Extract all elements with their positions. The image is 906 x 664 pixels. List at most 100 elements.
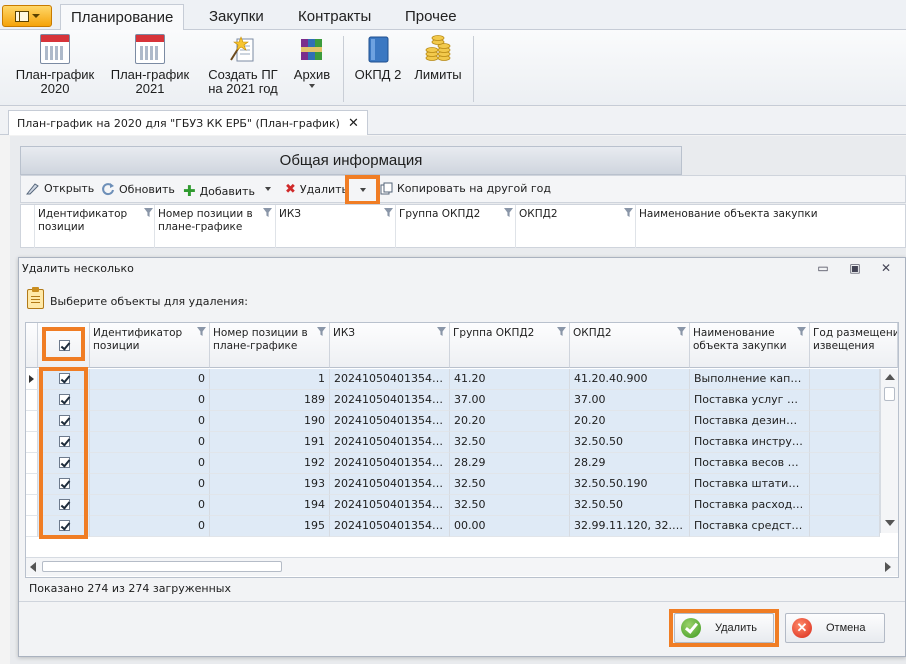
status-text: Показано 274 из 274 загруженных [29, 582, 231, 595]
document-tab[interactable]: План-график на 2020 для "ГБУЗ КК ЕРБ" (П… [8, 110, 368, 135]
open-button[interactable]: Открыть [26, 182, 94, 195]
row-indicator [26, 495, 38, 516]
filter-icon[interactable] [437, 327, 446, 336]
col-header-id[interactable]: Идентификатор позиции [90, 323, 210, 368]
plan-2020-button[interactable]: План-график 2020 [10, 34, 100, 96]
cell-ikz: 202410504013541050100100010014120244 [330, 495, 450, 516]
select-all-highlight [42, 327, 85, 361]
copy-to-year-button[interactable]: Копировать на другой год [380, 182, 551, 195]
plan-2021-button[interactable]: План-график 2021 [105, 34, 195, 96]
section-title: Общая информация [20, 146, 682, 175]
column-divider [395, 205, 396, 248]
col-header-id-label: Идентификатор позиции [93, 327, 183, 352]
limits-label: Лимиты [414, 67, 462, 82]
column-divider [34, 205, 35, 248]
cell-group: 00.00 [450, 516, 570, 537]
scroll-up-arrow[interactable] [885, 374, 895, 380]
cell-id: 0 [90, 495, 210, 516]
cancel-button[interactable]: ✕ Отмена [785, 613, 885, 643]
add-dropdown-arrow[interactable] [265, 187, 271, 191]
clipboard-icon [27, 287, 44, 309]
tab-planning[interactable]: Планирование [60, 4, 185, 31]
cell-ikz: 202410504013541050100100010014120244 [330, 453, 450, 474]
application-menu-button[interactable] [2, 5, 52, 27]
coins-icon [423, 34, 453, 64]
grid-empty-area [26, 537, 880, 557]
bg-col-okpd[interactable]: ОКПД2 [519, 208, 619, 221]
row-indicator [26, 453, 38, 474]
okpd2-button[interactable]: ОКПД 2 [350, 34, 406, 82]
cell-name: Поставка расходного материала [690, 495, 810, 516]
filter-icon[interactable] [317, 327, 326, 336]
bg-col-group[interactable]: Группа ОКПД2 [399, 208, 499, 221]
scroll-down-arrow[interactable] [885, 520, 895, 526]
tab-purchases[interactable]: Закупки [199, 4, 274, 31]
archive-button[interactable]: Архив [288, 34, 336, 88]
plus-icon: ✚ [183, 182, 196, 200]
cell-group: 32.50 [450, 432, 570, 453]
filter-icon[interactable] [797, 327, 806, 336]
close-icon[interactable]: ✕ [348, 112, 359, 135]
col-header-okpd-label: ОКПД2 [573, 327, 612, 339]
bg-col-name[interactable]: Наименование объекта закупки [639, 208, 839, 221]
cell-num: 193 [210, 474, 330, 495]
pen-icon [26, 182, 39, 194]
row-indicator [26, 369, 38, 390]
cell-group: 41.20 [450, 369, 570, 390]
minimize-icon[interactable]: ▭ [816, 261, 830, 275]
cell-id: 0 [90, 411, 210, 432]
copy-label: Копировать на другой год [397, 182, 551, 195]
scroll-left-arrow[interactable] [30, 562, 36, 572]
cell-ikz: 202410504013541050100100010014120244 [330, 516, 450, 537]
add-button[interactable]: ✚ Добавить [183, 182, 255, 200]
cell-num: 192 [210, 453, 330, 474]
bg-col-id[interactable]: Идентификатор позиции [38, 208, 138, 234]
tab-contracts[interactable]: Контракты [288, 4, 381, 31]
cell-name: Поставка дезинфицирующих средств [690, 411, 810, 432]
add-label: Добавить [199, 184, 255, 198]
col-header-name[interactable]: Наименование объекта закупки [690, 323, 810, 368]
col-header-year[interactable]: Год размещения извещения [810, 323, 898, 368]
cell-ikz: 202410504013541050100100010014120244 [330, 474, 450, 495]
close-icon[interactable]: ✕ [879, 261, 893, 275]
delete-dropdown-arrow[interactable] [345, 175, 380, 205]
refresh-button[interactable]: Обновить [101, 182, 175, 196]
create-plan-2021-button[interactable]: Создать ПГ на 2021 год [200, 34, 286, 96]
filter-icon[interactable] [197, 327, 206, 336]
col-header-group[interactable]: Группа ОКПД2 [450, 323, 570, 368]
document-tab-label: План-график на 2020 для "ГБУЗ КК ЕРБ" (П… [17, 116, 340, 130]
horizontal-scroll-thumb[interactable] [42, 561, 282, 572]
col-header-group-label: Группа ОКПД2 [453, 327, 535, 339]
delete-button[interactable]: ✖ Удалить [285, 182, 348, 197]
book-icon [363, 34, 393, 64]
col-header-ikz[interactable]: ИКЗ [330, 323, 450, 368]
vertical-scroll-thumb[interactable] [884, 387, 895, 401]
scroll-right-arrow[interactable] [885, 562, 891, 572]
refresh-icon [102, 183, 114, 196]
cell-num: 189 [210, 390, 330, 411]
cell-group: 32.50 [450, 495, 570, 516]
bg-col-ikz[interactable]: ИКЗ [279, 208, 379, 221]
delete-label: Удалить [299, 183, 349, 196]
col-header-okpd[interactable]: ОКПД2 [570, 323, 690, 368]
archive-books-icon [297, 34, 327, 64]
confirm-delete-button[interactable]: Удалить [674, 613, 774, 643]
vertical-scrollbar[interactable] [880, 369, 898, 533]
create-plan-label-line2: на 2021 год [208, 81, 278, 96]
cell-id: 0 [90, 432, 210, 453]
open-label: Открыть [44, 182, 95, 195]
cell-num: 194 [210, 495, 330, 516]
maximize-icon[interactable]: ▣ [848, 261, 862, 275]
plan-2020-label-line2: 2020 [40, 81, 70, 96]
okpd2-label: ОКПД 2 [354, 67, 402, 82]
cell-num: 195 [210, 516, 330, 537]
limits-button[interactable]: Лимиты [410, 34, 466, 82]
chevron-down-icon [309, 84, 315, 88]
horizontal-scrollbar[interactable] [26, 557, 898, 576]
filter-icon[interactable] [557, 327, 566, 336]
filter-icon[interactable] [677, 327, 686, 336]
col-header-num[interactable]: Номер позиции в плане-графике [210, 323, 330, 368]
bg-col-num[interactable]: Номер позиции в плане-графике [158, 208, 258, 234]
tab-other[interactable]: Прочее [395, 4, 467, 31]
confirm-delete-label: Удалить [715, 622, 757, 634]
